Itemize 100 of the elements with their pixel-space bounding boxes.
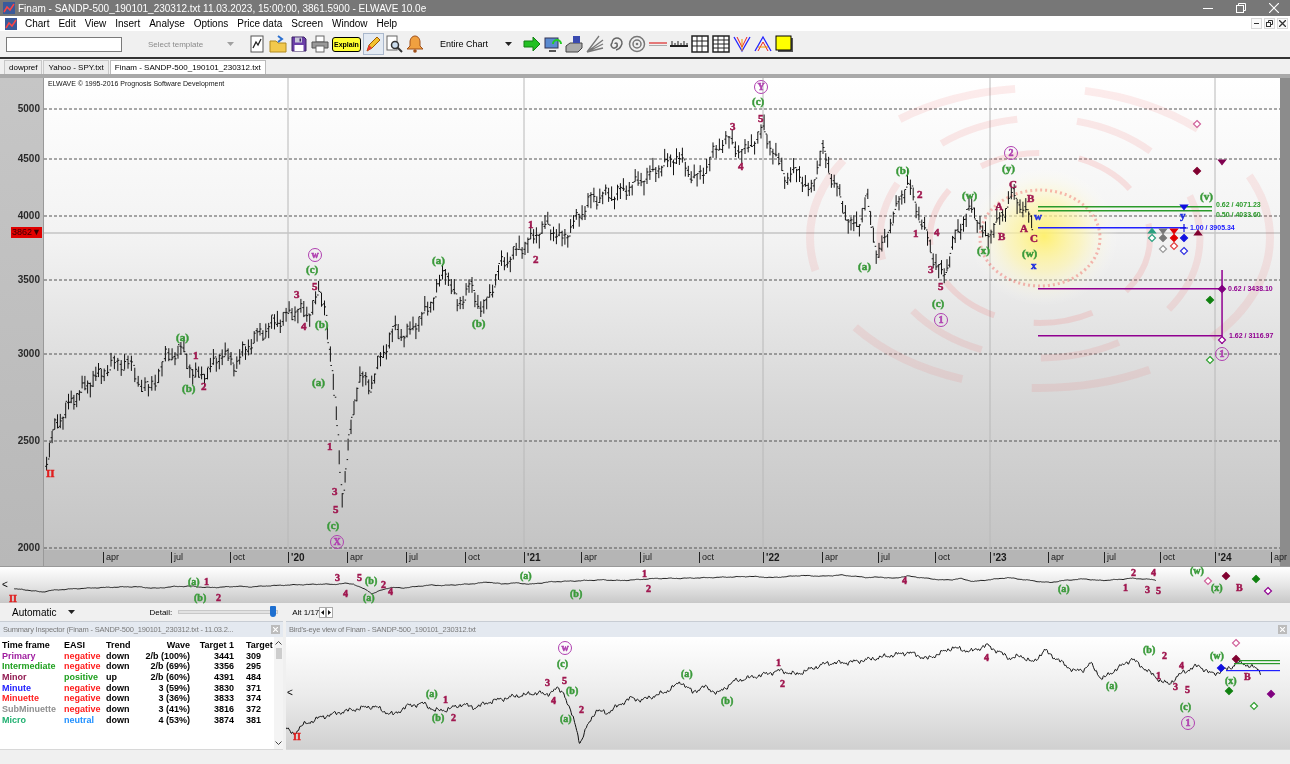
axis-label: '21 bbox=[524, 552, 541, 563]
table-cell-text: 371 bbox=[245, 682, 263, 694]
axis-label: apr bbox=[347, 552, 363, 563]
toolbar-button[interactable] bbox=[288, 33, 309, 55]
document-tab[interactable]: Finam - SANDP-500_190101_230312.txt bbox=[109, 60, 266, 74]
text-field[interactable] bbox=[6, 36, 122, 52]
wave-label: 2 bbox=[201, 381, 207, 392]
wave-label: (b) bbox=[472, 318, 486, 329]
axis-label: oct bbox=[230, 552, 245, 563]
wave-label: 5 bbox=[1156, 586, 1161, 596]
table-cell-text: 3 (36%) bbox=[157, 693, 190, 705]
slider-thumb[interactable] bbox=[270, 606, 277, 617]
folder-icon bbox=[268, 35, 287, 53]
wave-label: (a) bbox=[1106, 681, 1118, 691]
wave-label: 5 bbox=[562, 676, 567, 686]
menu-item[interactable]: View bbox=[80, 16, 111, 31]
scrollbar-thumb[interactable] bbox=[275, 648, 282, 659]
wave-label: 1 bbox=[327, 441, 333, 452]
axis-label: apr bbox=[581, 552, 597, 563]
axis-label: 2000 bbox=[17, 542, 40, 554]
axis-label: 5000 bbox=[17, 103, 40, 115]
toolbar-button[interactable] bbox=[689, 33, 711, 55]
mode-dropdown[interactable]: Automatic bbox=[12, 606, 76, 618]
wave-label: 4 bbox=[738, 161, 744, 172]
axis-label: '20 bbox=[288, 552, 305, 563]
wave-label: (x) bbox=[1211, 583, 1223, 593]
wave-label: 3 bbox=[545, 678, 550, 688]
scroll-left-button[interactable]: < bbox=[287, 687, 293, 698]
scroll-down-icon[interactable] bbox=[275, 741, 282, 745]
column-header: Target 1 bbox=[198, 640, 234, 651]
menu-item[interactable]: Options bbox=[189, 16, 233, 31]
caret-icon bbox=[227, 42, 234, 46]
toolbar-button[interactable] bbox=[383, 33, 405, 55]
concentric-circles-icon bbox=[628, 35, 647, 53]
wave-label: (v) bbox=[1200, 191, 1213, 202]
document-tab[interactable]: Yahoo - SPY.txt bbox=[43, 60, 109, 74]
toolbar-button[interactable] bbox=[773, 33, 795, 55]
axis-label: jul bbox=[406, 552, 418, 563]
table-cell-text: 3830 bbox=[212, 682, 234, 694]
scroll-left-button[interactable]: < bbox=[2, 579, 8, 590]
menu-item[interactable]: Insert bbox=[111, 16, 145, 31]
wave-label: B bbox=[998, 231, 1006, 242]
wave-label: (w) bbox=[1210, 651, 1224, 661]
spiral-icon bbox=[607, 35, 626, 53]
minimize-button[interactable] bbox=[1251, 18, 1262, 29]
table-cell-text: Intermediate bbox=[2, 661, 57, 673]
wave-label: (c) bbox=[1180, 702, 1192, 712]
axis-label: jul bbox=[640, 552, 652, 563]
table-cell-text: 3441 bbox=[212, 650, 234, 662]
wave-label: C bbox=[1030, 233, 1038, 244]
menu-item[interactable]: Price data bbox=[233, 16, 287, 31]
wave-label: 1 bbox=[1156, 671, 1161, 681]
pencil-icon bbox=[364, 35, 383, 53]
app-icon bbox=[3, 2, 15, 14]
table-cell-text: 3816 bbox=[212, 704, 234, 715]
alternative-label: Alt 1/17 bbox=[292, 607, 320, 617]
menu-item[interactable]: Edit bbox=[54, 16, 80, 31]
table-cell-text: negative bbox=[64, 682, 102, 694]
wave-label: (x) bbox=[1225, 676, 1237, 686]
app-icon[interactable] bbox=[5, 17, 17, 30]
wave-label: 2 bbox=[780, 679, 785, 689]
toolbar-button[interactable] bbox=[563, 33, 585, 55]
table-cell-text: Minor bbox=[2, 672, 28, 683]
wave-label: w bbox=[1034, 211, 1042, 222]
axis-label: apr bbox=[1048, 552, 1064, 563]
range-dropdown[interactable]: Entire Chart bbox=[437, 35, 514, 53]
menu-item[interactable]: Help bbox=[372, 16, 402, 31]
triangle-icon bbox=[1179, 204, 1189, 211]
wave-label: 4 bbox=[388, 587, 393, 597]
table-cell-text: down bbox=[106, 682, 131, 694]
v-lines-icon bbox=[733, 35, 752, 53]
window-title: Finam - SANDP-500_190101_230312.txt 11.03.2023, 15:00:00, 3861.5900 - ELWAVE 10.0e bbox=[18, 2, 427, 14]
restore-icon bbox=[1235, 3, 1246, 13]
menu-item[interactable]: Window bbox=[327, 16, 372, 31]
menu-item[interactable]: Screen bbox=[287, 16, 327, 31]
table-cell-text: 372 bbox=[245, 704, 263, 715]
restore-button[interactable] bbox=[1264, 18, 1275, 29]
restore-icon bbox=[1266, 20, 1273, 27]
document-tab[interactable]: dowpref bbox=[4, 60, 43, 74]
scroll-up-icon[interactable] bbox=[275, 641, 282, 645]
menu-item[interactable]: Chart bbox=[21, 16, 54, 31]
wave-label: 1 bbox=[193, 350, 199, 361]
table-cell-text: 2/b (69%) bbox=[149, 661, 190, 673]
wave-label: 4 bbox=[984, 653, 989, 663]
close-button[interactable] bbox=[1277, 18, 1288, 29]
wave-label: 1 bbox=[913, 228, 919, 239]
detail-label: Detail: bbox=[149, 607, 173, 617]
toolbar-button[interactable] bbox=[710, 33, 732, 55]
fan-lines-icon bbox=[586, 35, 605, 53]
wave-label: 2 bbox=[216, 593, 221, 603]
wave-label: 5 bbox=[312, 281, 318, 292]
diamond-icon bbox=[1224, 686, 1234, 696]
axis-label: oct bbox=[699, 552, 714, 563]
close-icon bbox=[1268, 3, 1279, 13]
wave-label: 5 bbox=[938, 281, 944, 292]
wave-label: x bbox=[1031, 260, 1037, 271]
close-icon bbox=[1280, 627, 1285, 632]
table-cell-text: down bbox=[106, 661, 131, 673]
menu-item[interactable]: Analyse bbox=[145, 16, 189, 31]
disk-drive-icon bbox=[565, 35, 584, 53]
